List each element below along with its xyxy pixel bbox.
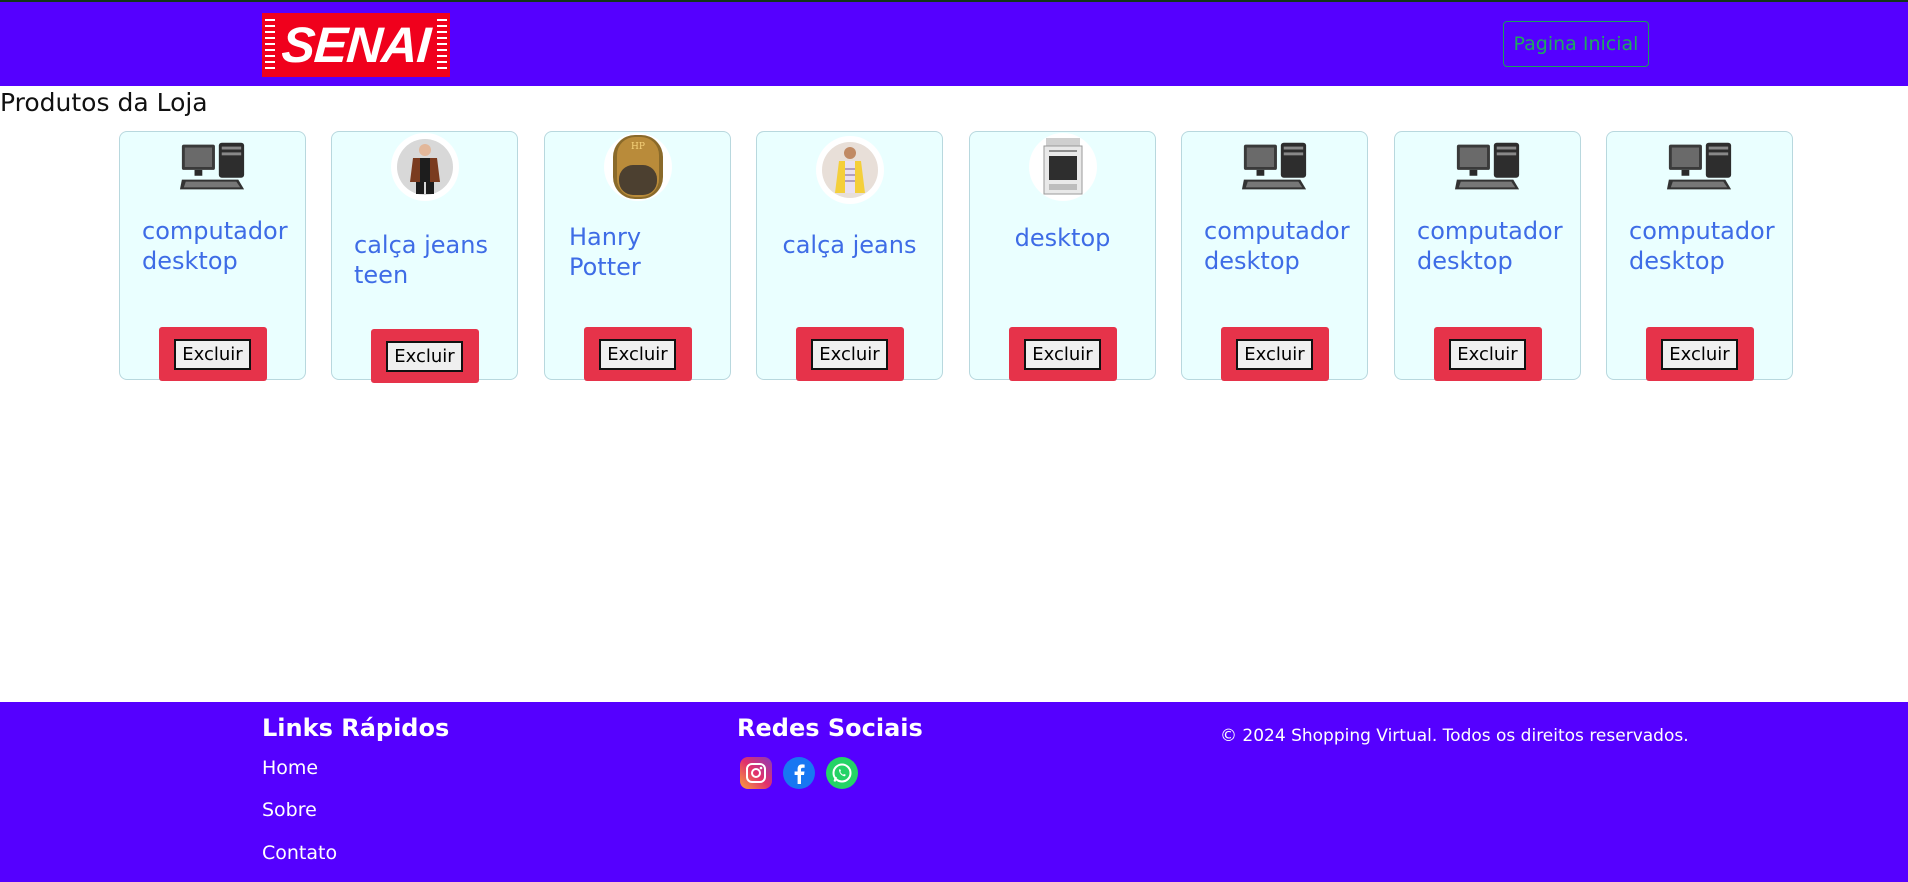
footer-links-title: Links Rápidos xyxy=(262,714,450,742)
product-name: computador desktop xyxy=(1417,217,1563,275)
home-button[interactable]: Pagina Inicial xyxy=(1503,21,1649,67)
jacket-photo xyxy=(390,133,459,201)
whatsapp-icon[interactable] xyxy=(826,757,858,789)
computer-icon xyxy=(1665,132,1735,202)
delete-button-wrapper: Excluir xyxy=(795,327,904,381)
delete-button[interactable]: Excluir xyxy=(1449,338,1526,370)
computer-icon xyxy=(1240,132,1310,202)
site-footer: Links Rápidos Home Sobre Contato Redes S… xyxy=(0,702,1908,882)
footer-link-home[interactable]: Home xyxy=(262,757,318,779)
delete-button-wrapper: Excluir xyxy=(583,327,692,381)
dress-photo xyxy=(815,136,884,204)
logo-stripes-left xyxy=(265,19,275,71)
footer-link-about[interactable]: Sobre xyxy=(262,799,317,821)
computer-icon xyxy=(1453,132,1523,202)
page-title: Produtos da Loja xyxy=(0,88,208,117)
instagram-icon[interactable] xyxy=(740,757,772,789)
product-name: computador desktop xyxy=(1629,217,1775,275)
senai-logo[interactable]: SENAI xyxy=(262,13,450,77)
delete-button-wrapper: Excluir xyxy=(370,329,479,383)
product-card: computador desktop Excluir xyxy=(1181,131,1368,381)
svg-text:HP: HP xyxy=(631,142,645,152)
copyright-text: © 2024 Shopping Virtual. Todos os direit… xyxy=(1220,726,1689,746)
social-links xyxy=(740,757,858,789)
computer-icon xyxy=(178,132,248,202)
product-name: desktop xyxy=(1014,224,1111,252)
delete-button-wrapper: Excluir xyxy=(1008,327,1117,381)
product-card: calça jeans Excluir xyxy=(756,131,943,381)
delete-button-wrapper: Excluir xyxy=(1433,327,1542,381)
product-list: computador desktop Excluir calça jeans t… xyxy=(0,131,1908,383)
footer-social-title: Redes Sociais xyxy=(737,714,923,742)
delete-button[interactable]: Excluir xyxy=(811,338,888,370)
logo-stripes-right xyxy=(437,19,447,71)
delete-button[interactable]: Excluir xyxy=(1661,338,1738,370)
book-cover-image: HP xyxy=(603,133,672,201)
stove-photo xyxy=(1028,133,1097,201)
product-card: HP Hanry Potter Excluir xyxy=(544,131,731,381)
product-name: computador desktop xyxy=(1204,217,1350,275)
product-name: calça jeans xyxy=(782,231,917,259)
product-card: calça jeans teen Excluir xyxy=(331,131,518,383)
product-name: computador desktop xyxy=(142,217,288,275)
delete-button[interactable]: Excluir xyxy=(599,338,676,370)
facebook-icon[interactable] xyxy=(783,757,815,789)
logo-text: SENAI xyxy=(280,17,432,73)
delete-button[interactable]: Excluir xyxy=(1024,338,1101,370)
product-card: computador desktop Excluir xyxy=(1606,131,1793,381)
delete-button-wrapper: Excluir xyxy=(1220,327,1329,381)
delete-button[interactable]: Excluir xyxy=(1236,338,1313,370)
product-name: calça jeans teen xyxy=(354,231,488,289)
product-card: desktop Excluir xyxy=(969,131,1156,381)
delete-button-wrapper: Excluir xyxy=(1645,327,1754,381)
footer-link-contact[interactable]: Contato xyxy=(262,842,337,864)
product-card: computador desktop Excluir xyxy=(119,131,306,381)
delete-button[interactable]: Excluir xyxy=(174,338,251,370)
product-card: computador desktop Excluir xyxy=(1394,131,1581,381)
delete-button[interactable]: Excluir xyxy=(386,340,463,372)
product-name: Hanry Potter xyxy=(569,223,642,281)
delete-button-wrapper: Excluir xyxy=(158,327,267,381)
site-header: SENAI Pagina Inicial xyxy=(0,2,1908,86)
